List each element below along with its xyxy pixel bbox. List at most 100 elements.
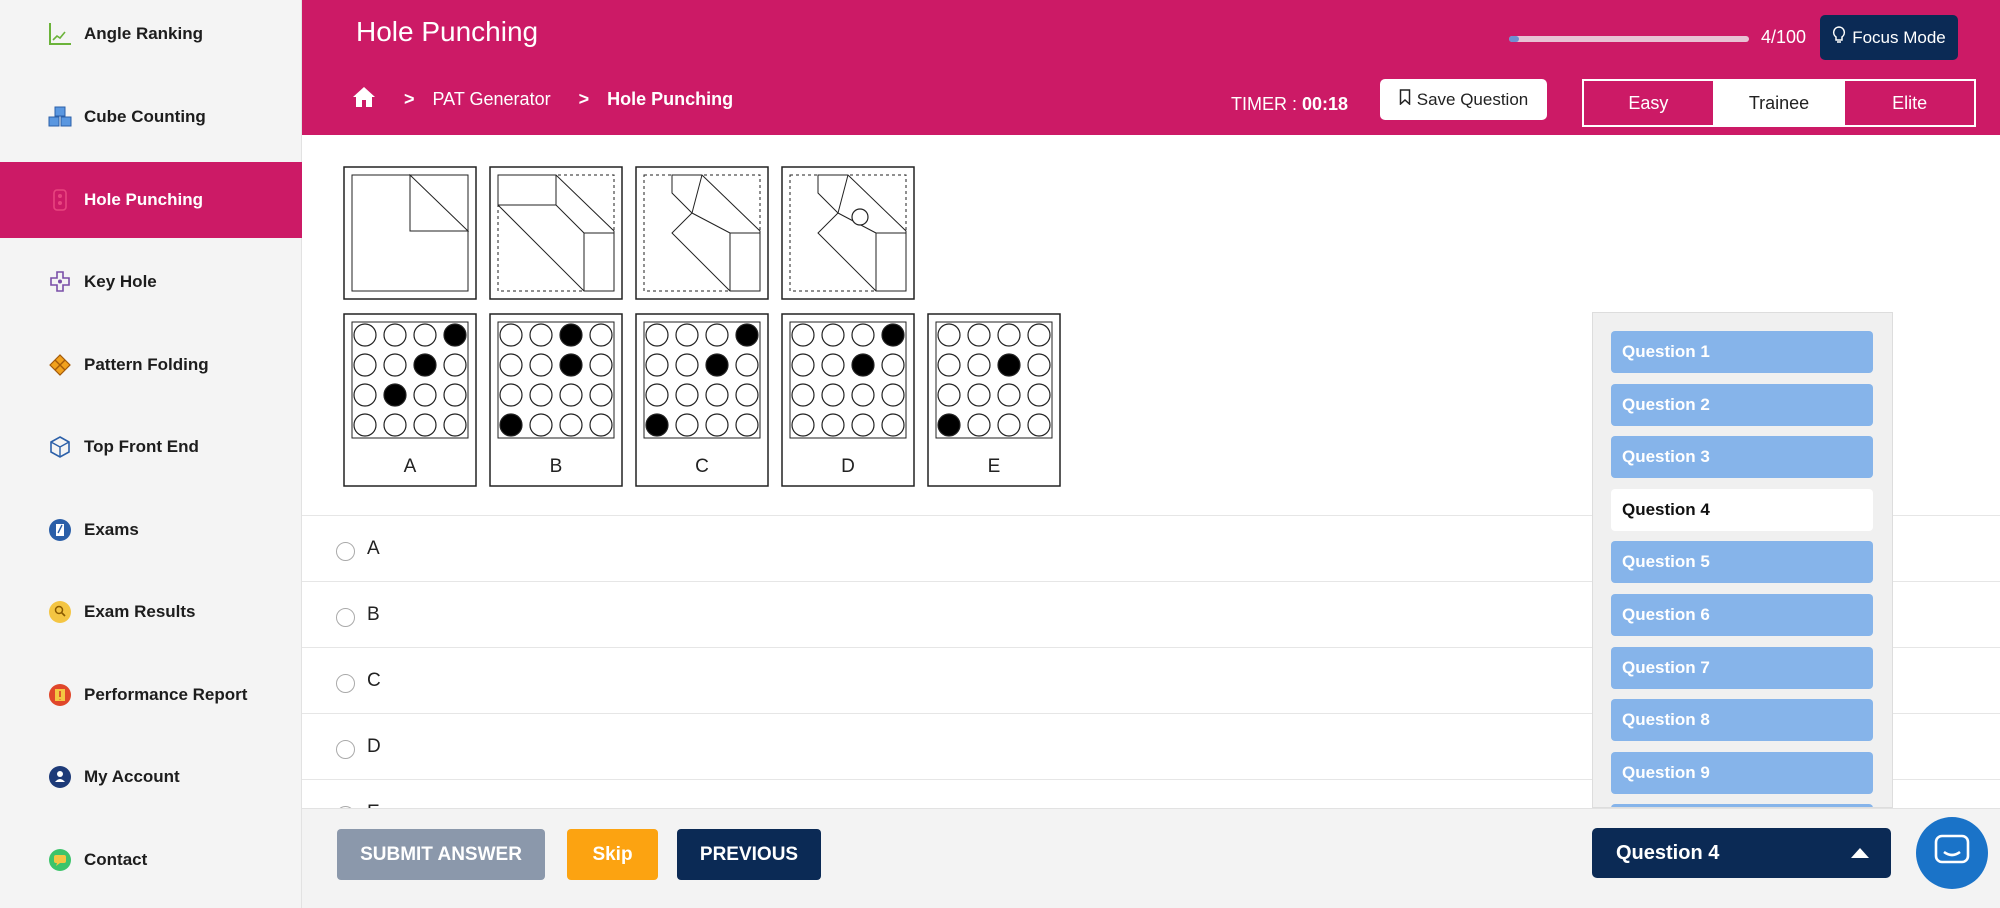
difficulty-trainee-button[interactable]: Trainee	[1714, 81, 1846, 125]
empty-hole	[443, 383, 467, 407]
empty-hole	[735, 383, 759, 407]
difficulty-elite-button[interactable]: Elite	[1845, 81, 1974, 125]
empty-hole	[821, 383, 845, 407]
footer-bar: SUBMIT ANSWER Skip PREVIOUS Question 4	[302, 808, 2000, 908]
empty-hole	[967, 353, 991, 377]
home-icon[interactable]	[352, 86, 376, 113]
question-list-dropdown[interactable]: Question 1 Question 2 Question 3 Question 4…	[1592, 312, 1893, 808]
fold-step-4-punched	[781, 166, 915, 300]
chat-launcher-button[interactable]	[1916, 817, 1988, 889]
empty-hole	[499, 383, 523, 407]
empty-hole	[937, 323, 961, 347]
empty-hole	[967, 413, 991, 437]
sidebar-item-key-hole[interactable]: Key Hole	[0, 244, 302, 320]
punched-hole	[881, 323, 905, 347]
question-list-item[interactable]: Question 1	[1611, 331, 1873, 373]
empty-hole	[589, 413, 613, 437]
punched-hole	[383, 383, 407, 407]
save-question-button[interactable]: Save Question	[1380, 79, 1547, 120]
question-select[interactable]: Question 4	[1592, 828, 1891, 878]
bookmark-icon	[1399, 89, 1411, 110]
results-icon	[46, 598, 74, 626]
empty-hole	[851, 413, 875, 437]
submit-answer-button[interactable]: SUBMIT ANSWER	[337, 829, 545, 880]
punched-hole	[413, 353, 437, 377]
punched-hole	[443, 323, 467, 347]
empty-hole	[1027, 413, 1051, 437]
question-select-label: Question 4	[1616, 841, 1720, 864]
radio-option-c[interactable]	[336, 674, 355, 693]
answer-choice-d: D	[781, 313, 915, 487]
chat-icon	[1934, 834, 1970, 873]
sidebar-item-cube-counting[interactable]: Cube Counting	[0, 79, 302, 155]
skip-button[interactable]: Skip	[567, 829, 658, 880]
cubes-icon	[46, 103, 74, 131]
radio-option-a[interactable]	[336, 542, 355, 561]
empty-hole	[705, 383, 729, 407]
question-list-item[interactable]: Question 7	[1611, 646, 1873, 689]
empty-hole	[851, 383, 875, 407]
question-list-item[interactable]: Question 8	[1611, 699, 1873, 742]
empty-hole	[675, 383, 699, 407]
empty-hole	[735, 353, 759, 377]
angle-chart-icon	[46, 20, 74, 48]
empty-hole	[413, 323, 437, 347]
progress-bar-fill	[1509, 36, 1519, 42]
option-label: D	[367, 735, 381, 757]
sidebar-item-my-account[interactable]: My Account	[0, 739, 302, 815]
fold-step-1	[343, 166, 477, 300]
focus-mode-label: Focus Mode	[1852, 27, 1946, 47]
empty-hole	[529, 413, 553, 437]
difficulty-easy-button[interactable]: Easy	[1584, 81, 1715, 125]
empty-hole	[937, 353, 961, 377]
question-list-item[interactable]: Question 2	[1611, 383, 1873, 426]
lightbulb-icon	[1832, 26, 1846, 49]
sidebar-item-label: Exam Results	[84, 602, 196, 621]
empty-hole	[821, 353, 845, 377]
empty-hole	[791, 353, 815, 377]
empty-hole	[499, 323, 523, 347]
focus-mode-button[interactable]: Focus Mode	[1820, 15, 1958, 60]
empty-hole	[675, 353, 699, 377]
empty-hole	[529, 383, 553, 407]
empty-hole	[645, 323, 669, 347]
sidebar-item-performance-report[interactable]: Performance Report	[0, 657, 302, 733]
sidebar-item-contact[interactable]: Contact	[0, 822, 302, 898]
empty-hole	[645, 383, 669, 407]
question-list-item[interactable]: Question 4	[1611, 488, 1873, 531]
radio-option-d[interactable]	[336, 740, 355, 759]
timer-label: TIMER :	[1231, 94, 1297, 114]
breadcrumb-link-pat-generator[interactable]: PAT Generator	[433, 89, 551, 110]
question-list-item[interactable]: Question 6	[1611, 594, 1873, 636]
punched-hole	[645, 413, 669, 437]
empty-hole	[705, 413, 729, 437]
sidebar-item-label: Hole Punching	[84, 190, 203, 209]
empty-hole	[997, 413, 1021, 437]
empty-hole	[881, 383, 905, 407]
empty-hole	[675, 413, 699, 437]
breadcrumb-separator: >	[578, 89, 590, 109]
sidebar-item-exams[interactable]: Exams	[0, 492, 302, 568]
sidebar-item-angle-ranking[interactable]: Angle Ranking	[0, 0, 302, 72]
empty-hole	[881, 413, 905, 437]
empty-hole	[383, 353, 407, 377]
empty-hole	[499, 353, 523, 377]
empty-hole	[937, 383, 961, 407]
breadcrumb-current: Hole Punching	[607, 89, 734, 109]
sidebar-item-top-front-end[interactable]: Top Front End	[0, 409, 302, 485]
empty-hole	[559, 413, 583, 437]
hole-punch-puzzle: A B C D E	[343, 166, 1061, 487]
sidebar-item-label: Cube Counting	[84, 107, 206, 126]
empty-hole	[353, 323, 377, 347]
radio-option-b[interactable]	[336, 608, 355, 627]
save-question-label: Save Question	[1416, 89, 1529, 109]
previous-button[interactable]: PREVIOUS	[677, 829, 821, 880]
question-list-item[interactable]: Question 3	[1611, 436, 1873, 479]
question-list-item[interactable]: Question 9	[1611, 751, 1873, 794]
sidebar-item-exam-results[interactable]: Exam Results	[0, 574, 302, 650]
question-list-item[interactable]: Question 5	[1611, 541, 1873, 584]
empty-hole	[383, 413, 407, 437]
pattern-fold-icon	[46, 351, 74, 379]
sidebar-item-hole-punching[interactable]: Hole Punching	[0, 162, 302, 238]
sidebar-item-pattern-folding[interactable]: Pattern Folding	[0, 327, 302, 403]
